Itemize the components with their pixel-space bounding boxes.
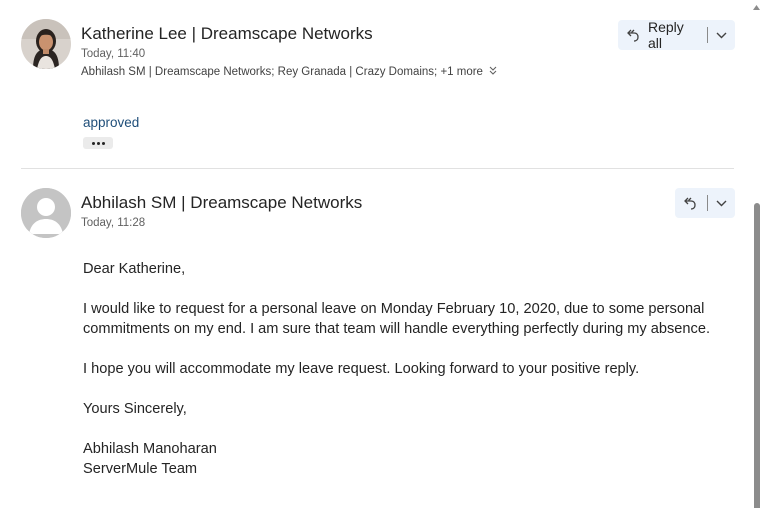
timestamp: Today, 11:40 <box>81 48 146 60</box>
paragraph-line: commitments on my end. I am sure that te… <box>83 321 711 337</box>
recipient[interactable]: Abhilash SM | Dreamscape Networks; <box>81 66 274 78</box>
reply-all-icon <box>626 27 641 43</box>
recipient-list[interactable]: Abhilash SM | Dreamscape Networks; Rey G… <box>81 66 497 78</box>
closing: Yours Sincerely, <box>83 401 187 417</box>
timestamp: Today, 11:28 <box>81 217 146 229</box>
avatar[interactable] <box>21 19 71 69</box>
greeting: Dear Katherine, <box>83 261 186 277</box>
divider <box>706 27 708 43</box>
reply-all-button[interactable]: Reply all <box>618 19 735 51</box>
scroll-up-arrow-icon[interactable] <box>752 2 760 12</box>
profile-photo-icon <box>21 19 71 69</box>
scrollbar-thumb[interactable] <box>754 203 760 508</box>
paragraph: I hope you will accommodate my leave req… <box>83 361 640 377</box>
more-recipients-link[interactable]: +1 more <box>440 66 483 78</box>
chevron-down-icon[interactable] <box>716 29 727 41</box>
sender-name[interactable]: Katherine Lee | Dreamscape Networks <box>81 24 373 44</box>
reply-all-icon <box>683 195 698 211</box>
paragraph-line: I would like to request for a personal l… <box>83 301 705 317</box>
reply-button[interactable] <box>675 188 735 218</box>
recipient[interactable]: Rey Granada | Crazy Domains; <box>278 66 438 78</box>
message-katherine: Katherine Lee | Dreamscape Networks Toda… <box>0 0 752 168</box>
chevron-down-icon[interactable] <box>716 197 727 209</box>
sender-name[interactable]: Abhilash SM | Dreamscape Networks <box>81 193 362 213</box>
signature-team: ServerMule Team <box>83 461 198 477</box>
double-chevron-down-icon[interactable] <box>489 66 497 78</box>
message-body: approved <box>83 115 140 130</box>
avatar[interactable] <box>21 188 71 238</box>
divider <box>707 195 708 211</box>
ellipsis-icon <box>91 141 95 145</box>
signature-name: Abhilash Manoharan <box>83 441 217 457</box>
person-icon <box>21 188 71 238</box>
show-quoted-button[interactable] <box>83 137 113 149</box>
message-body: Dear Katherine, I would like to request … <box>83 259 733 479</box>
reply-all-label: Reply all <box>648 19 684 51</box>
